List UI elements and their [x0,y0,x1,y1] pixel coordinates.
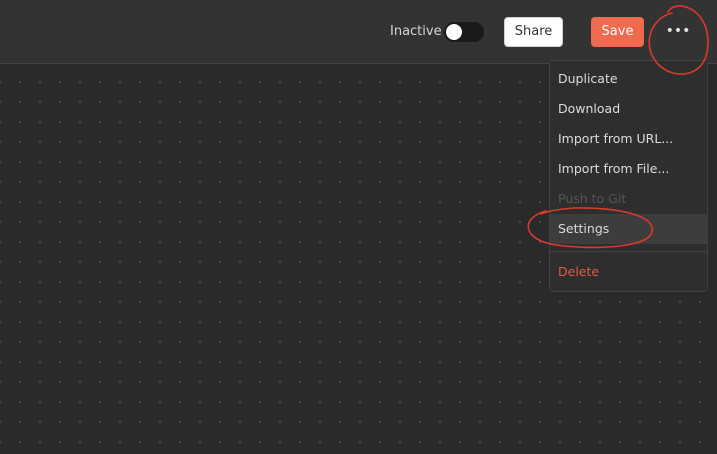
menu-item-import-file[interactable]: Import from File... [550,154,707,184]
save-button[interactable]: Save [591,17,644,47]
workflow-menu-dropdown: Duplicate Download Import from URL... Im… [549,60,708,292]
activation-toggle[interactable] [444,22,484,42]
menu-item-delete[interactable]: Delete [550,257,707,287]
more-options-button[interactable]: ••• [662,17,694,47]
menu-item-import-url[interactable]: Import from URL... [550,124,707,154]
more-horizontal-icon: ••• [665,23,691,39]
toggle-knob [446,24,462,40]
menu-item-duplicate[interactable]: Duplicate [550,64,707,94]
menu-item-download[interactable]: Download [550,94,707,124]
activation-status-label: Inactive [390,24,442,39]
menu-divider [550,251,707,252]
share-button[interactable]: Share [504,17,563,47]
menu-item-settings[interactable]: Settings [550,214,707,244]
workflow-editor: Inactive Share Save ••• Duplicate Downlo… [0,0,717,454]
menu-item-push-to-git: Push to Git [558,191,627,206]
